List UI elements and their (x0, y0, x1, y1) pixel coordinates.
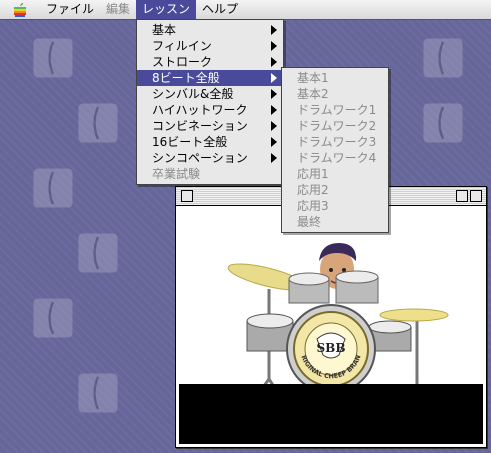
lesson-item-combination[interactable]: コンビネーション (137, 118, 283, 134)
submenu-item-drumwork1[interactable]: ドラムワーク1 (282, 102, 388, 118)
finder-logo-watermark-icon (75, 370, 121, 416)
lesson-item-8beat[interactable]: 8ビート全般 (137, 70, 283, 86)
submenu-item-basic1[interactable]: 基本1 (282, 70, 388, 86)
submenu-item-final[interactable]: 最終 (282, 214, 388, 230)
finder-logo-watermark-icon (30, 295, 76, 341)
submenu-item-applied2[interactable]: 応用2 (282, 182, 388, 198)
submenu-item-basic2[interactable]: 基本2 (282, 86, 388, 102)
submenu-arrow-icon (271, 73, 277, 83)
submenu-arrow-icon (271, 105, 277, 115)
lesson-item-16beat[interactable]: 16ビート全般 (137, 134, 283, 150)
8beat-submenu: 基本1 基本2 ドラムワーク1 ドラムワーク2 ドラムワーク3 ドラムワーク4 … (281, 67, 389, 233)
lesson-item-cymbal[interactable]: シンバル&全般 (137, 86, 283, 102)
menu-item-label: ストローク (152, 55, 213, 69)
lesson-item-hihat[interactable]: ハイハットワーク (137, 102, 283, 118)
finder-logo-watermark-icon (30, 35, 76, 81)
drum-kit-view: SBB ORIGINAL CHEEP BRAND (179, 209, 483, 444)
lesson-item-fill-in[interactable]: フィルイン (137, 38, 283, 54)
drum-logo: SBB (317, 341, 346, 355)
submenu-arrow-icon (271, 25, 277, 35)
submenu-arrow-icon (271, 41, 277, 51)
menu-item-label: ハイハットワーク (152, 103, 248, 117)
finder-logo-watermark-icon (30, 165, 76, 211)
menu-item-label: 卒業試験 (152, 167, 201, 181)
lesson-item-stroke[interactable]: ストローク (137, 54, 283, 70)
menu-item-label: シンコペーション (152, 151, 248, 165)
submenu-arrow-icon (271, 57, 277, 67)
menu-bar: ファイル 編集 レッスン ヘルプ (0, 0, 491, 20)
finder-logo-watermark-icon (420, 100, 466, 146)
menu-item-label: 基本 (152, 23, 177, 37)
submenu-arrow-icon (271, 121, 277, 131)
submenu-item-drumwork3[interactable]: ドラムワーク3 (282, 134, 388, 150)
menu-file[interactable]: ファイル (40, 0, 100, 19)
submenu-item-applied3[interactable]: 応用3 (282, 198, 388, 214)
finder-logo-watermark-icon (420, 35, 466, 81)
lesson-item-syncopation[interactable]: シンコペーション (137, 150, 283, 166)
menu-edit[interactable]: 編集 (100, 0, 136, 19)
menu-item-label: シンバル&全般 (152, 87, 234, 101)
menu-item-label: 8ビート全般 (152, 71, 220, 85)
video-area (179, 384, 483, 444)
close-box-icon[interactable] (181, 190, 193, 202)
submenu-arrow-icon (271, 137, 277, 147)
lesson-item-graduation-exam[interactable]: 卒業試験 (137, 166, 283, 182)
submenu-item-drumwork4[interactable]: ドラムワーク4 (282, 150, 388, 166)
apple-menu-icon[interactable] (12, 2, 28, 18)
submenu-arrow-icon (271, 153, 277, 163)
submenu-item-applied1[interactable]: 応用1 (282, 166, 388, 182)
submenu-arrow-icon (271, 89, 277, 99)
finder-logo-watermark-icon (75, 230, 121, 276)
menu-lesson[interactable]: レッスン (136, 0, 197, 19)
lesson-menu: 基本 フィルイン ストローク 8ビート全般 シンバル&全般 ハイハットワーク コ… (136, 19, 284, 185)
zoom-box-icon[interactable] (456, 190, 468, 202)
lesson-item-basic[interactable]: 基本 (137, 22, 283, 38)
menu-item-label: コンビネーション (152, 119, 248, 133)
collapse-box-icon[interactable] (470, 190, 482, 202)
finder-logo-watermark-icon (75, 100, 121, 146)
menu-item-label: フィルイン (152, 39, 212, 53)
submenu-item-drumwork2[interactable]: ドラムワーク2 (282, 118, 388, 134)
menu-help[interactable]: ヘルプ (196, 0, 244, 19)
menu-item-label: 16ビート全般 (152, 135, 228, 149)
